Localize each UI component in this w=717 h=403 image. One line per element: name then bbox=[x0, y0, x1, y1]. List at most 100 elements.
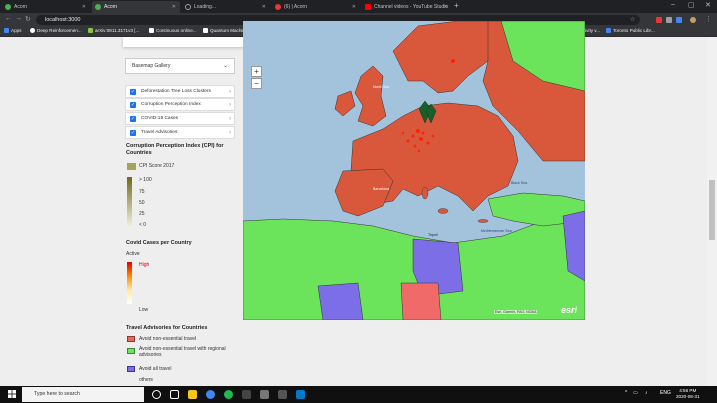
app-icon[interactable] bbox=[278, 390, 287, 399]
chevron-right-icon[interactable]: › bbox=[229, 130, 231, 136]
travel-legend-title: Travel Advisories for Countries bbox=[126, 325, 208, 331]
travel-item-label: Avoid all travel bbox=[139, 366, 172, 372]
scrollbar-thumb[interactable] bbox=[709, 180, 715, 240]
menu-icon[interactable]: ⋮ bbox=[705, 15, 712, 23]
tab-title: (6) | Acorn bbox=[284, 4, 307, 10]
vscode-icon[interactable] bbox=[296, 390, 305, 399]
travel-swatch-red bbox=[127, 336, 135, 342]
tab-title: Loading... bbox=[194, 4, 216, 10]
settings-icon[interactable] bbox=[260, 390, 269, 399]
close-icon[interactable]: ✕ bbox=[352, 4, 356, 10]
taskbar: Type here to search ^ ▭ ♪ ENG 4:56 PM 20… bbox=[0, 386, 717, 403]
bookmark-item[interactable]: arXiv:0811.3171v3 [... bbox=[88, 28, 139, 33]
chevron-right-icon[interactable]: › bbox=[229, 116, 231, 122]
spotify-icon[interactable] bbox=[224, 390, 233, 399]
close-icon[interactable]: ✕ bbox=[82, 4, 86, 10]
file-explorer-icon[interactable] bbox=[188, 390, 197, 399]
star-icon[interactable]: ☆ bbox=[630, 16, 635, 23]
map-label: Black Sea bbox=[511, 181, 528, 185]
bookmark-icon bbox=[203, 28, 208, 33]
close-window-icon[interactable]: ✕ bbox=[705, 1, 711, 9]
language-indicator[interactable]: ENG bbox=[660, 390, 671, 396]
map-label: Mediterranean Sea bbox=[481, 229, 512, 233]
bookmark-item[interactable]: Apps bbox=[4, 28, 21, 33]
cortana-icon[interactable] bbox=[152, 390, 161, 399]
map-view[interactable]: North Sea Barcelona Tripoli Mediterranea… bbox=[243, 21, 585, 320]
basemap-gallery-dropdown[interactable]: Basemap Gallery ⌄ bbox=[125, 58, 235, 74]
windows-start-icon[interactable] bbox=[8, 390, 16, 398]
map-label: North Sea bbox=[373, 85, 390, 89]
bookmark-icon bbox=[606, 28, 611, 33]
travel-swatch-green bbox=[127, 348, 135, 354]
tray-chevron-icon[interactable]: ^ bbox=[625, 390, 627, 396]
cpi-tick: < 0 bbox=[139, 222, 147, 228]
covid-color-ramp bbox=[127, 262, 132, 304]
bookmark-icon bbox=[30, 28, 35, 33]
battery-icon[interactable]: ▭ bbox=[633, 390, 638, 396]
cpi-swatch bbox=[127, 163, 136, 170]
checkbox-checked[interactable]: ✓ bbox=[130, 115, 136, 122]
bookmark-item[interactable]: Toronto Public Libr... bbox=[606, 28, 655, 33]
loading-icon bbox=[185, 4, 191, 10]
travel-swatch-purple bbox=[127, 366, 135, 372]
layer-toggle-cpi[interactable]: ✓ Corruption Perception Index › bbox=[125, 98, 235, 111]
browser-tab[interactable]: Channel videos - YouTube Studio ✕ bbox=[362, 1, 452, 13]
layer-toggle-deforestation[interactable]: ✓ Deforestation Tree Loss Clusters › bbox=[125, 85, 235, 98]
reload-icon[interactable]: ↻ bbox=[25, 15, 31, 23]
map-label: Barcelona bbox=[373, 187, 390, 191]
bookmark-item[interactable]: Continuous online... bbox=[149, 28, 197, 33]
tab-title: Acorn bbox=[14, 4, 28, 10]
country-shape bbox=[400, 282, 442, 320]
browser-tab[interactable]: (6) | Acorn ✕ bbox=[272, 1, 360, 13]
chrome-icon[interactable] bbox=[206, 390, 215, 399]
extension-icon[interactable] bbox=[656, 17, 662, 23]
task-view-icon[interactable] bbox=[170, 390, 179, 399]
layer-toggle-covid[interactable]: ✓ COVID-19 Cases › bbox=[125, 112, 235, 125]
covid-high-label: High bbox=[139, 262, 150, 268]
taskbar-search-input[interactable]: Type here to search bbox=[22, 387, 144, 402]
system-clock[interactable]: 4:56 PM 2020-08-31 bbox=[676, 388, 700, 400]
tab-favicon bbox=[5, 4, 11, 10]
chevron-down-icon: ⌄ bbox=[222, 63, 228, 69]
avatar[interactable] bbox=[690, 17, 696, 23]
bookmark-icon bbox=[149, 28, 154, 33]
tab-strip: Acorn ✕ Acorn ✕ Loading... ✕ (6) | Acorn… bbox=[0, 0, 717, 13]
close-icon[interactable]: ✕ bbox=[172, 4, 176, 10]
travel-item-label: Avoid non-essential travel bbox=[139, 336, 197, 342]
maximize-icon[interactable]: ▢ bbox=[688, 1, 695, 9]
extension-icon[interactable] bbox=[676, 17, 682, 23]
zoom-in-button[interactable]: + bbox=[251, 66, 262, 77]
layer-toggle-travel[interactable]: ✓ Travel Advisories › bbox=[125, 126, 235, 139]
zoom-out-button[interactable]: − bbox=[251, 78, 262, 89]
close-icon[interactable]: ✕ bbox=[444, 4, 448, 10]
browser-tab[interactable]: Loading... ✕ bbox=[182, 1, 270, 13]
close-icon[interactable]: ✕ bbox=[262, 4, 266, 10]
checkbox-checked[interactable]: ✓ bbox=[130, 101, 136, 108]
minimize-icon[interactable]: – bbox=[671, 1, 675, 8]
back-icon[interactable]: ← bbox=[5, 15, 12, 22]
tab-favicon bbox=[275, 4, 281, 10]
chevron-right-icon[interactable]: › bbox=[229, 89, 231, 95]
map-attribution: Esri, Garmin, FAO, NOAA bbox=[494, 310, 538, 314]
extension-icon[interactable] bbox=[666, 17, 672, 23]
volume-icon[interactable]: ♪ bbox=[645, 390, 648, 396]
new-tab-button[interactable]: + bbox=[454, 1, 459, 10]
terminal-icon[interactable] bbox=[242, 390, 251, 399]
checkbox-checked[interactable]: ✓ bbox=[130, 88, 136, 95]
esri-logo: esri bbox=[561, 305, 578, 315]
browser-tab-active[interactable]: Acorn ✕ bbox=[92, 1, 180, 13]
url-text: localhost:3000 bbox=[45, 17, 81, 23]
country-shape bbox=[317, 282, 364, 320]
bookmark-item[interactable]: Deep Reinforcemen... bbox=[30, 28, 82, 33]
chevron-right-icon[interactable]: › bbox=[229, 102, 231, 108]
map-label: Tripoli bbox=[428, 233, 438, 237]
tab-title: Channel videos - YouTube Studio bbox=[374, 4, 449, 10]
browser-tab[interactable]: Acorn ✕ bbox=[2, 1, 90, 13]
forward-icon[interactable]: → bbox=[15, 15, 22, 22]
cpi-tick: 50 bbox=[139, 200, 145, 206]
checkbox-checked[interactable]: ✓ bbox=[130, 129, 136, 136]
clock-date: 2020-08-31 bbox=[676, 394, 700, 399]
covid-low-label: Low bbox=[139, 307, 149, 313]
cpi-color-ramp bbox=[127, 177, 132, 227]
youtube-icon bbox=[365, 4, 371, 10]
